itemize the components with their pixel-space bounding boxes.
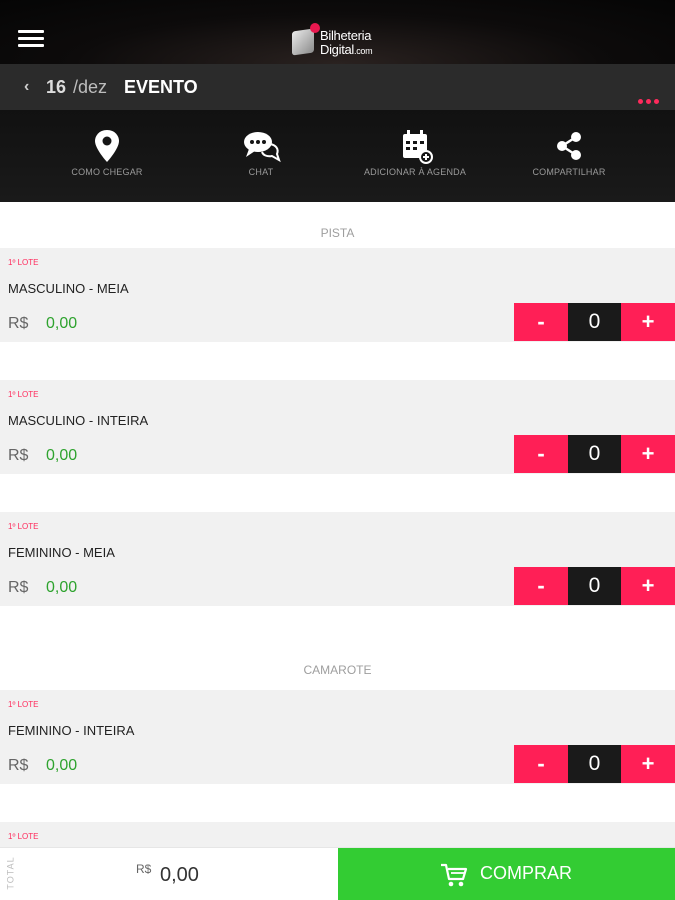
ticket-name: FEMININO - INTEIRA <box>8 723 135 738</box>
action-label: CHAT <box>248 167 274 177</box>
logo-text-suffix: .com <box>354 46 373 56</box>
app-logo: Bilheteria Digital.com <box>290 20 400 60</box>
action-label: ADICIONAR À AGENDA <box>363 167 467 177</box>
ticket-name: MASCULINO - MEIA <box>8 281 129 296</box>
ticket-row: 1º LOTE MASCULINO - INTEIRA R$ 0,00 - 0 … <box>0 380 675 474</box>
ticket-name: MASCULINO - INTEIRA <box>8 413 149 428</box>
action-como-chegar[interactable]: COMO CHEGAR <box>32 110 182 202</box>
event-date-day: 16 <box>46 77 67 97</box>
ticket-price: 0,00 <box>46 447 78 464</box>
total-value: 0,00 <box>160 864 199 886</box>
increase-button[interactable]: + <box>621 303 675 341</box>
map-pin-icon <box>95 130 119 162</box>
quantity-value: 0 <box>568 567 621 605</box>
logo-text-line2: Digital.com <box>320 42 373 57</box>
ticket-row: 1º LOTE FEMININO - MEIA R$ 0,00 - 0 + <box>0 512 675 606</box>
quantity-value: 0 <box>568 745 621 783</box>
quantity-stepper: - 0 + <box>514 435 675 473</box>
price-currency: R$ <box>8 757 29 774</box>
ticket-price: 0,00 <box>46 579 78 596</box>
decrease-button[interactable]: - <box>514 435 568 473</box>
ticket-list[interactable]: PISTA 1º LOTE MASCULINO - MEIA R$ 0,00 -… <box>0 202 675 847</box>
lote-label: 1º LOTE <box>8 258 39 267</box>
increase-button[interactable]: + <box>621 435 675 473</box>
event-action-bar: COMO CHEGAR CHAT ADICIONAR À AGENDA COMP… <box>0 110 675 202</box>
quantity-value: 0 <box>568 435 621 473</box>
logo-text-line1: Bilheteria <box>320 28 372 43</box>
page-title: EVENTO <box>124 77 198 97</box>
quantity-value: 0 <box>568 303 621 341</box>
price-currency: R$ <box>8 579 29 596</box>
decrease-button[interactable]: - <box>514 303 568 341</box>
total-label: TOTAL <box>5 856 16 890</box>
logo-text-main: Digital <box>320 42 355 57</box>
quantity-stepper: - 0 + <box>514 567 675 605</box>
action-chat[interactable]: CHAT <box>186 110 336 202</box>
ticket-row: 1º LOTE MASCULINO - MEIA R$ 0,00 - 0 + <box>0 248 675 342</box>
hamburger-menu-icon[interactable] <box>18 30 44 50</box>
section-title-camarote: CAMAROTE <box>303 663 372 677</box>
increase-button[interactable]: + <box>621 567 675 605</box>
chat-icon <box>244 132 281 163</box>
share-icon <box>557 132 581 160</box>
action-label: COMPARTILHAR <box>532 167 606 177</box>
lote-label: 1º LOTE <box>8 390 39 399</box>
calendar-add-icon <box>403 130 433 164</box>
section-title-pista: PISTA <box>320 226 355 240</box>
app-header: Bilheteria Digital.com <box>0 0 675 64</box>
back-chevron-icon[interactable]: ‹ <box>24 78 29 96</box>
ticket-price: 0,00 <box>46 315 78 332</box>
increase-button[interactable]: + <box>621 745 675 783</box>
event-date-month: /dez <box>73 77 108 97</box>
quantity-stepper: - 0 + <box>514 303 675 341</box>
price-currency: R$ <box>8 447 29 464</box>
more-options-icon[interactable] <box>638 91 662 104</box>
checkout-bar: TOTAL R$ 0,00 COMPRAR <box>0 847 675 900</box>
shopping-cart-icon <box>441 863 468 887</box>
ticket-row: 1º LOTE FEMININO - INTEIRA R$ 0,00 - 0 + <box>0 690 675 784</box>
buy-button[interactable]: COMPRAR <box>338 848 675 900</box>
logo-ticket-icon <box>292 28 314 56</box>
action-label: COMO CHEGAR <box>71 167 143 177</box>
event-subheader: ‹ 16 /dez EVENTO <box>0 64 675 110</box>
price-currency: R$ <box>8 315 29 332</box>
quantity-stepper: - 0 + <box>514 745 675 783</box>
buy-button-label: COMPRAR <box>480 863 573 883</box>
lote-label: 1º LOTE <box>8 522 39 531</box>
logo-dot-icon <box>310 23 320 33</box>
decrease-button[interactable]: - <box>514 567 568 605</box>
ticket-name: FEMININO - MEIA <box>8 545 115 560</box>
ticket-row: 1º LOTE <box>0 822 675 847</box>
action-compartilhar[interactable]: COMPARTILHAR <box>494 110 644 202</box>
total-currency: R$ <box>136 862 152 876</box>
ticket-price: 0,00 <box>46 757 78 774</box>
lote-label: 1º LOTE <box>8 832 39 841</box>
action-adicionar-agenda[interactable]: ADICIONAR À AGENDA <box>340 110 490 202</box>
decrease-button[interactable]: - <box>514 745 568 783</box>
lote-label: 1º LOTE <box>8 700 39 709</box>
